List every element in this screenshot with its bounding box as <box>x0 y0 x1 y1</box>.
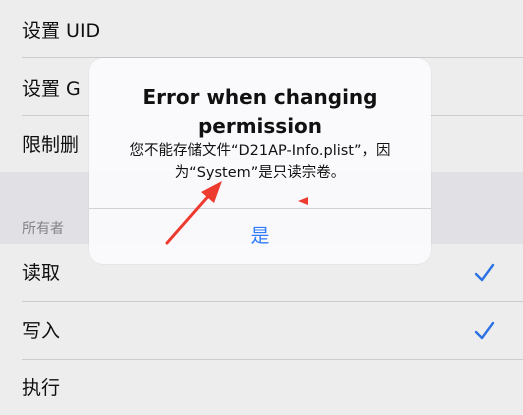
annotation-arrow-marker <box>298 197 308 205</box>
annotation-overlay <box>165 181 308 245</box>
annotation-arrow-line <box>165 191 213 245</box>
